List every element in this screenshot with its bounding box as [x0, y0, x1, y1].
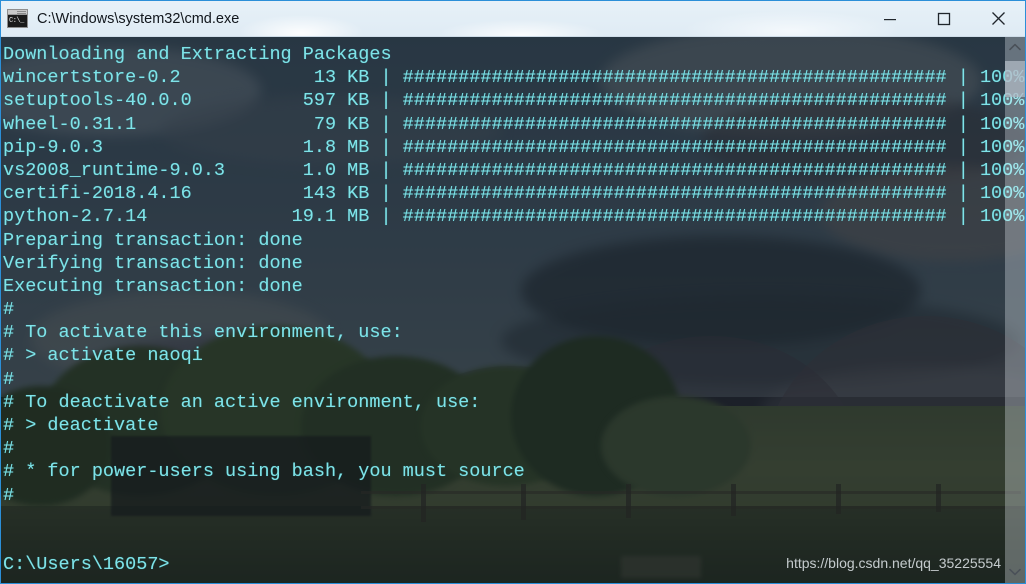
console-output: Downloading and Extracting Packages wince… [1, 36, 1025, 583]
scroll-up-button[interactable] [1005, 36, 1025, 58]
console-line: Verifying transaction: done [3, 252, 303, 274]
console-line: setuptools-40.0.0 597 KB | #############… [3, 90, 1025, 112]
window-controls [863, 1, 1025, 36]
console-line: # [3, 368, 15, 390]
cmd-icon: C:\_ [7, 9, 28, 28]
chevron-up-icon [1009, 43, 1021, 51]
console-line: Downloading and Extracting Packages [3, 44, 392, 65]
close-button[interactable] [971, 1, 1025, 36]
scroll-down-button[interactable] [1005, 561, 1025, 583]
console-line: # * for power-users using bash, you must… [3, 461, 525, 483]
cmd-icon-titlebar [8, 10, 27, 15]
minimize-icon [884, 18, 896, 20]
title-bar[interactable]: C:\_ C:\Windows\system32\cmd.exe [1, 1, 1025, 37]
window-title: C:\Windows\system32\cmd.exe [37, 10, 240, 27]
console-line: # [3, 438, 15, 460]
maximize-icon [937, 12, 951, 25]
console-line: # [3, 484, 15, 506]
minimize-button[interactable] [863, 1, 917, 36]
console-line: python-2.7.14 19.1 MB | ################… [3, 206, 1025, 228]
console-line: # To activate this environment, use: [3, 322, 403, 344]
console-line: wincertstore-0.2 13 KB | ###############… [3, 67, 1025, 89]
console-line: # > activate naoqi [3, 345, 203, 367]
console-line: Executing transaction: done [3, 275, 303, 297]
console-line: vs2008_runtime-9.0.3 1.0 MB | ##########… [3, 159, 1025, 181]
console-line: # > deactivate [3, 415, 159, 436]
scrollbar-thumb[interactable] [1005, 61, 1025, 97]
cmd-icon-screen: C:\_ [8, 15, 27, 27]
cmd-window: C:\_ C:\Windows\system32\cmd.exe Downloa… [0, 0, 1026, 584]
console-area[interactable]: Downloading and Extracting Packages wince… [1, 36, 1025, 583]
chevron-down-icon [1009, 568, 1021, 576]
watermark: https://blog.csdn.net/qq_35225554 [786, 555, 1001, 571]
console-line: wheel-0.31.1 79 KB | ###################… [3, 113, 1025, 135]
console-line: # [3, 299, 15, 321]
console-line: Preparing transaction: done [3, 229, 303, 251]
close-icon [991, 12, 1005, 25]
console-line: pip-9.0.3 1.8 MB | #####################… [3, 136, 1025, 158]
vertical-scrollbar[interactable] [1005, 36, 1025, 583]
console-line: certifi-2018.4.16 143 KB | #############… [3, 183, 1025, 205]
maximize-button[interactable] [917, 1, 971, 36]
console-line: # To deactivate an active environment, u… [3, 391, 481, 413]
